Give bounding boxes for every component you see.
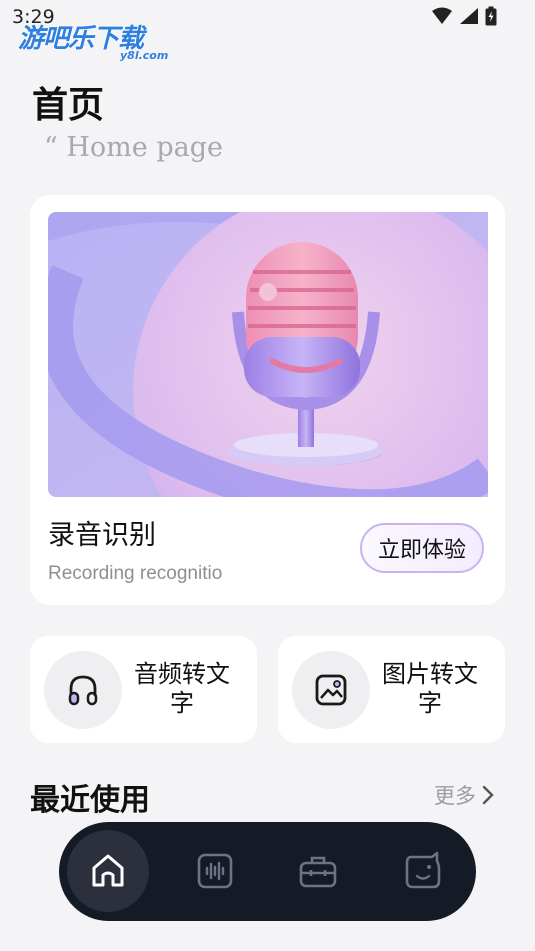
waveform-icon <box>197 853 233 889</box>
wifi-icon <box>432 7 452 24</box>
audio-to-text-label: 音频转文字 <box>134 660 230 717</box>
battery-icon <box>485 6 497 26</box>
toolbox-icon <box>299 856 337 888</box>
signal-icon <box>460 8 478 24</box>
watermark-logo: 游吧乐下载 y8l.com <box>18 18 168 62</box>
page-subtitle: “ Home page <box>44 132 223 163</box>
recent-section-title: 最近使用 <box>30 783 150 818</box>
home-icon <box>92 854 124 887</box>
page-title: 首页 <box>32 85 105 126</box>
headphones-icon <box>44 651 122 729</box>
tab-home[interactable] <box>67 830 149 912</box>
bottom-tab-bar <box>59 822 476 921</box>
audio-to-text-card[interactable]: 音频转文字 <box>30 636 257 743</box>
smile-face-icon <box>405 851 441 889</box>
tab-profile[interactable] <box>382 830 464 912</box>
more-label: 更多 <box>434 784 476 808</box>
recording-recognition-card[interactable]: 录音识别 Recording recognitio 立即体验 <box>30 195 505 605</box>
watermark-domain: y8l.com <box>120 49 169 62</box>
tab-recordings[interactable] <box>174 830 256 912</box>
tab-tools[interactable] <box>277 830 359 912</box>
try-now-button[interactable]: 立即体验 <box>360 523 484 573</box>
card-subtitle: Recording recognitio <box>48 563 223 584</box>
image-icon <box>292 651 370 729</box>
microphone-illustration <box>48 212 488 497</box>
chevron-right-icon <box>482 785 494 805</box>
more-link[interactable]: 更多 <box>434 780 494 810</box>
image-to-text-label: 图片转文字 <box>382 660 478 717</box>
image-to-text-card[interactable]: 图片转文字 <box>278 636 505 743</box>
status-icons <box>431 6 497 26</box>
card-title: 录音识别 <box>48 520 156 551</box>
